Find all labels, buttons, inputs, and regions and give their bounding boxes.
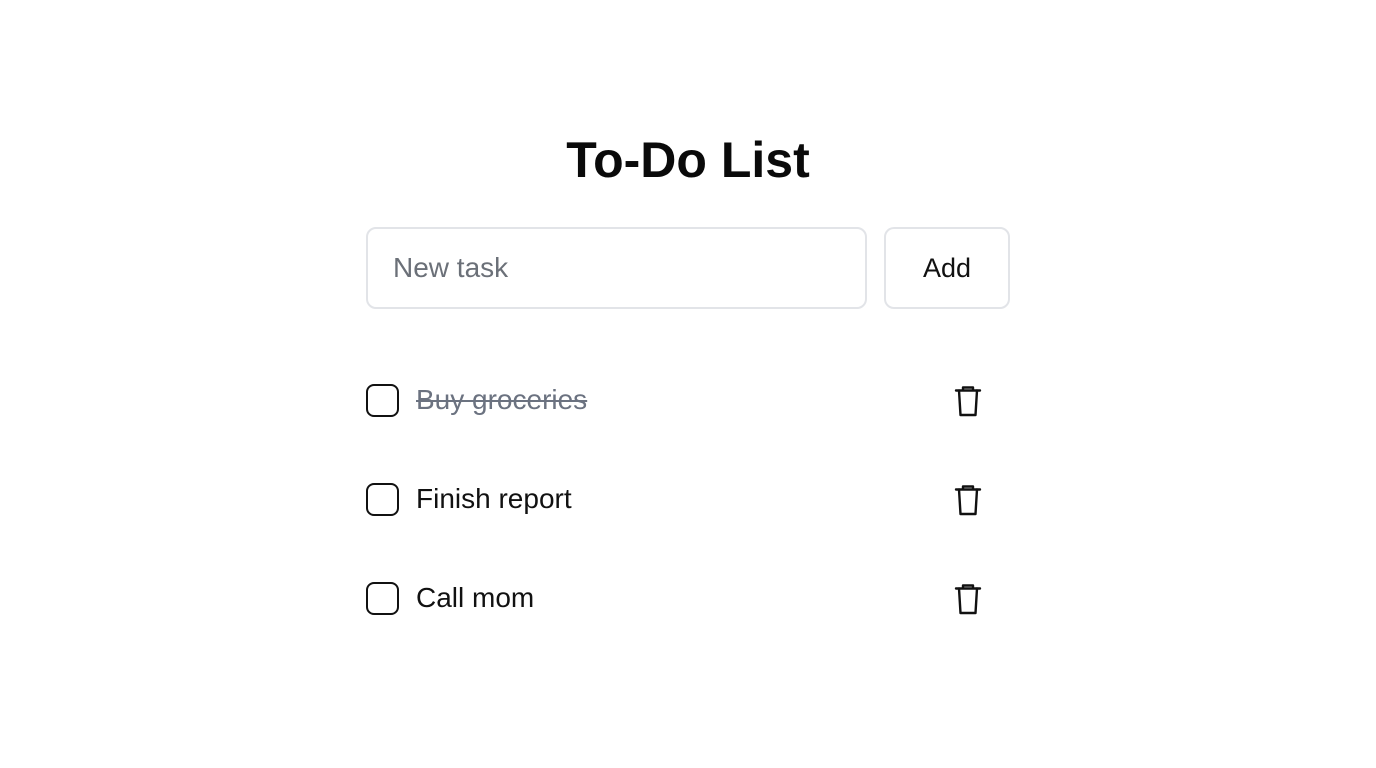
- task-checkbox[interactable]: [366, 582, 399, 615]
- task-item: Finish report: [366, 467, 996, 566]
- task-item: Call mom: [366, 566, 996, 665]
- add-task-button[interactable]: Add: [884, 227, 1010, 309]
- task-checkbox[interactable]: [366, 384, 399, 417]
- task-label: Buy groceries: [416, 384, 588, 415]
- trash-icon[interactable]: [950, 384, 986, 418]
- page-title: To-Do List: [566, 132, 810, 188]
- task-checkbox[interactable]: [366, 483, 399, 516]
- task-item: Buy groceries: [366, 368, 996, 467]
- task-label: Finish report: [416, 483, 572, 514]
- todo-app: To-Do List Add Buy groceries Finish repo…: [0, 0, 1376, 768]
- trash-icon[interactable]: [950, 483, 986, 517]
- trash-icon[interactable]: [950, 582, 986, 616]
- new-task-input[interactable]: [366, 227, 867, 309]
- task-label: Call mom: [416, 582, 535, 613]
- task-list: Buy groceries Finish report Call mom: [366, 368, 996, 665]
